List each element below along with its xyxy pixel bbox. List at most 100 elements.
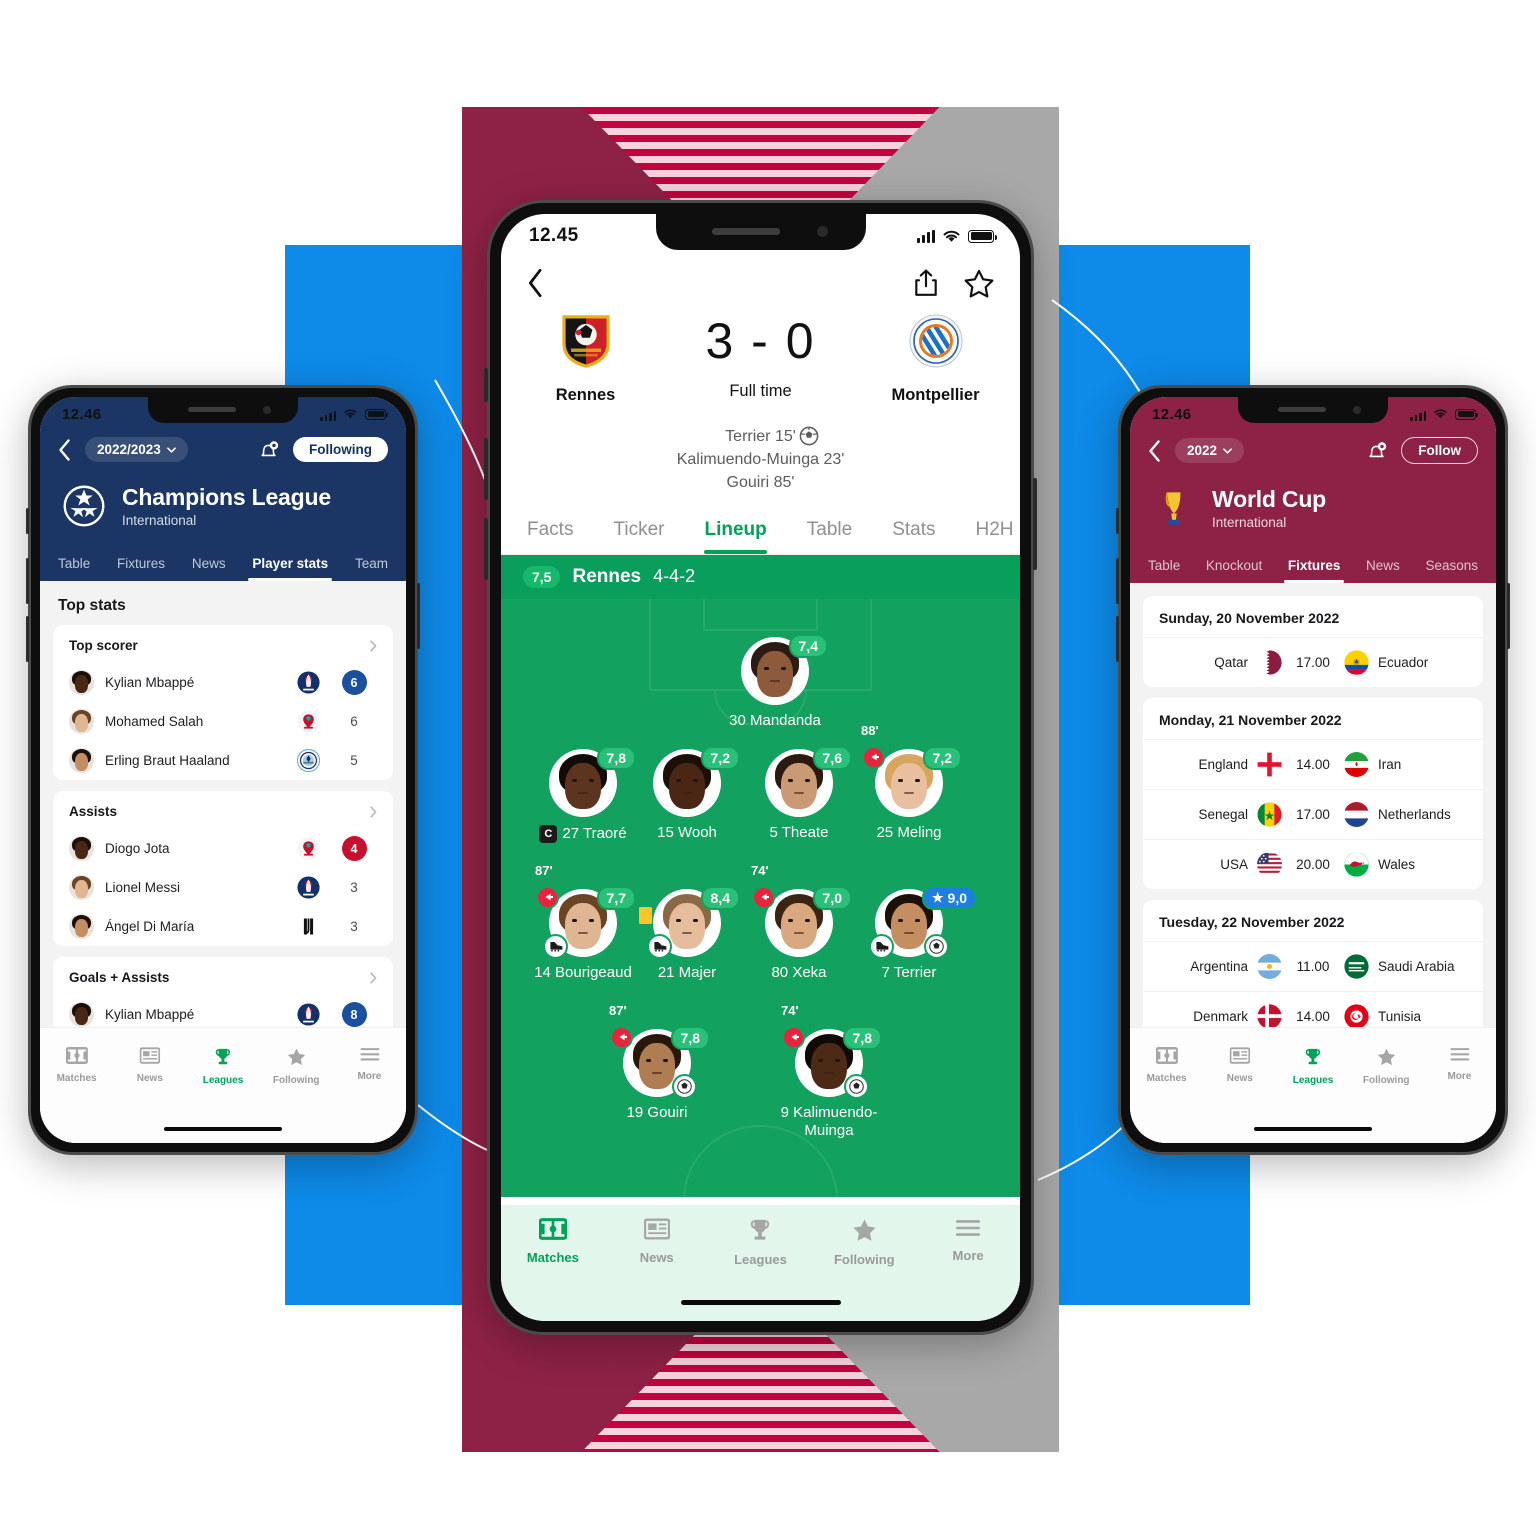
power-button[interactable] <box>417 583 420 649</box>
nav-item-following[interactable]: Following <box>1350 1041 1423 1086</box>
away-team-block[interactable]: Montpellier <box>861 312 1011 405</box>
bell-icon[interactable] <box>1366 441 1388 461</box>
star-outline-icon[interactable] <box>964 269 994 298</box>
tab-team[interactable]: Team <box>355 556 388 581</box>
stat-row[interactable]: Kylian Mbappé 6 <box>53 663 393 702</box>
flag-usa <box>1257 852 1282 877</box>
chevron-right-icon[interactable] <box>370 971 377 984</box>
player-card[interactable]: 87' 7,8 19 Gouiri <box>601 1003 713 1122</box>
match-screen: 12.45 Rennes 3 - 0 Full time Montpellier… <box>501 214 1020 1321</box>
nav-item-news[interactable]: News <box>1203 1041 1276 1084</box>
stat-card-header[interactable]: Assists <box>53 791 393 829</box>
tab-table[interactable]: Table <box>807 519 852 554</box>
tab-news[interactable]: News <box>192 556 226 581</box>
tab-news[interactable]: News <box>1366 558 1400 583</box>
stat-row[interactable]: Diogo Jota 4 <box>53 829 393 868</box>
stat-card-header[interactable]: Goals + Assists <box>53 957 393 995</box>
tab-table[interactable]: Table <box>58 556 90 581</box>
volume-down-button[interactable] <box>26 616 29 662</box>
stat-row[interactable]: Ángel Di María 3 <box>53 907 393 946</box>
volume-up-button[interactable] <box>1116 558 1119 604</box>
volume-down-button[interactable] <box>484 518 488 580</box>
fixture-row[interactable]: England 14.00 Iran <box>1143 739 1483 789</box>
nav-item-news[interactable]: News <box>113 1041 186 1084</box>
player-card[interactable]: 8,4 21 Majer <box>631 885 743 982</box>
tab-fixtures[interactable]: Fixtures <box>117 556 165 581</box>
fixture-row[interactable]: Argentina 11.00 Saudi Arabia <box>1143 941 1483 991</box>
player-card[interactable]: ★ 9,0 7 Terrier <box>853 885 977 982</box>
chevron-down-icon <box>166 446 176 453</box>
tab-seasons[interactable]: Seasons <box>1425 558 1478 583</box>
lineup-team-header: 7,5 Rennes 4-4-2 <box>501 554 1020 599</box>
stat-card-header[interactable]: Top scorer <box>53 625 393 663</box>
nav-item-leagues[interactable]: Leagues <box>186 1041 259 1086</box>
season-selector[interactable]: 2022/2023 <box>85 437 188 462</box>
nav-item-following[interactable]: Following <box>812 1218 916 1267</box>
volume-up-button[interactable] <box>26 558 29 604</box>
nav-item-matches[interactable]: Matches <box>501 1218 605 1265</box>
flag-iran <box>1344 752 1369 777</box>
tab-stats[interactable]: Stats <box>892 519 935 554</box>
follow-button[interactable]: Follow <box>1401 437 1478 464</box>
home-indicator <box>1254 1127 1372 1131</box>
player-card[interactable]: 87' 7,7 14 Bourigeaud <box>527 863 639 982</box>
player-card[interactable]: 7,4 30 Mandanda <box>719 633 831 730</box>
chevron-right-icon[interactable] <box>370 639 377 652</box>
home-team-name: USA <box>1220 857 1248 872</box>
nav-item-news[interactable]: News <box>605 1218 709 1265</box>
share-icon[interactable] <box>914 269 938 297</box>
page-title: Top stats <box>58 597 126 614</box>
fixture-row[interactable]: Senegal 17.00 Netherlands <box>1143 789 1483 839</box>
tab-facts[interactable]: Facts <box>527 519 573 554</box>
tab-knockout[interactable]: Knockout <box>1206 558 1262 583</box>
player-avatar <box>69 748 94 773</box>
nav-item-more[interactable]: More <box>1423 1041 1496 1082</box>
chevron-left-icon[interactable] <box>58 438 71 461</box>
volume-up-button[interactable] <box>484 438 488 500</box>
nav-item-matches[interactable]: Matches <box>40 1041 113 1084</box>
league-tab-bar[interactable]: Table Fixtures News Player stats Team <box>40 528 406 581</box>
chevron-right-icon[interactable] <box>370 805 377 818</box>
nav-item-following[interactable]: Following <box>260 1041 333 1086</box>
player-card[interactable]: 74' 7,0 80 Xeka <box>743 863 855 982</box>
fixture-row[interactable]: Qatar 17.00 Ecuador <box>1143 637 1483 687</box>
nav-item-leagues[interactable]: Leagues <box>1276 1041 1349 1086</box>
league-tab-bar[interactable]: Table Knockout Fixtures News Seasons <box>1130 530 1496 583</box>
power-button[interactable] <box>1033 478 1037 570</box>
bottom-navigation[interactable]: Matches News Leagues Following More <box>40 1027 406 1143</box>
stat-row[interactable]: Lionel Messi 3 <box>53 868 393 907</box>
tab-ticker[interactable]: Ticker <box>613 519 664 554</box>
player-card[interactable]: 7,8 C 27 Traoré <box>527 745 639 844</box>
follow-button[interactable]: Following <box>293 437 388 462</box>
fixture-row[interactable]: USA 20.00 Wales <box>1143 839 1483 889</box>
season-selector[interactable]: 2022 <box>1175 438 1245 463</box>
nav-item-more[interactable]: More <box>333 1041 406 1082</box>
nav-item-more[interactable]: More <box>916 1218 1020 1263</box>
chevron-left-icon[interactable] <box>1148 439 1161 462</box>
bottom-navigation[interactable]: Matches News Leagues Following More <box>1130 1027 1496 1143</box>
flag-england <box>1257 752 1282 777</box>
player-card[interactable]: 74' 7,8 9 Kalimuendo-Muinga <box>773 1003 885 1140</box>
tab-fixtures[interactable]: Fixtures <box>1283 558 1344 583</box>
nav-item-leagues[interactable]: Leagues <box>709 1218 813 1267</box>
tab-lineup[interactable]: Lineup <box>704 519 768 554</box>
bell-icon[interactable] <box>258 440 280 460</box>
stat-row[interactable]: Mohamed Salah 6 <box>53 702 393 741</box>
stat-row[interactable]: Erling Braut Haaland 5 <box>53 741 393 780</box>
power-button[interactable] <box>1507 583 1510 649</box>
player-card[interactable]: 7,6 5 Theate <box>743 745 855 842</box>
home-team-block[interactable]: Rennes <box>511 312 661 405</box>
match-tab-bar[interactable]: FactsTickerLineupTableStatsH2HBu <box>501 499 1020 555</box>
tab-table[interactable]: Table <box>1148 558 1180 583</box>
volume-down-button[interactable] <box>1116 616 1119 662</box>
mute-switch[interactable] <box>26 508 29 534</box>
mute-switch[interactable] <box>484 368 488 402</box>
player-card[interactable]: 88' 7,2 25 Meling <box>853 723 965 842</box>
mute-switch[interactable] <box>1116 508 1119 534</box>
nav-item-matches[interactable]: Matches <box>1130 1041 1203 1084</box>
tab-h2h[interactable]: H2H <box>976 519 1014 554</box>
chevron-left-icon[interactable] <box>527 268 544 298</box>
player-card[interactable]: 7,2 15 Wooh <box>631 745 743 842</box>
wifi-icon <box>1434 409 1447 419</box>
tab-player-stats[interactable]: Player stats <box>248 556 332 581</box>
